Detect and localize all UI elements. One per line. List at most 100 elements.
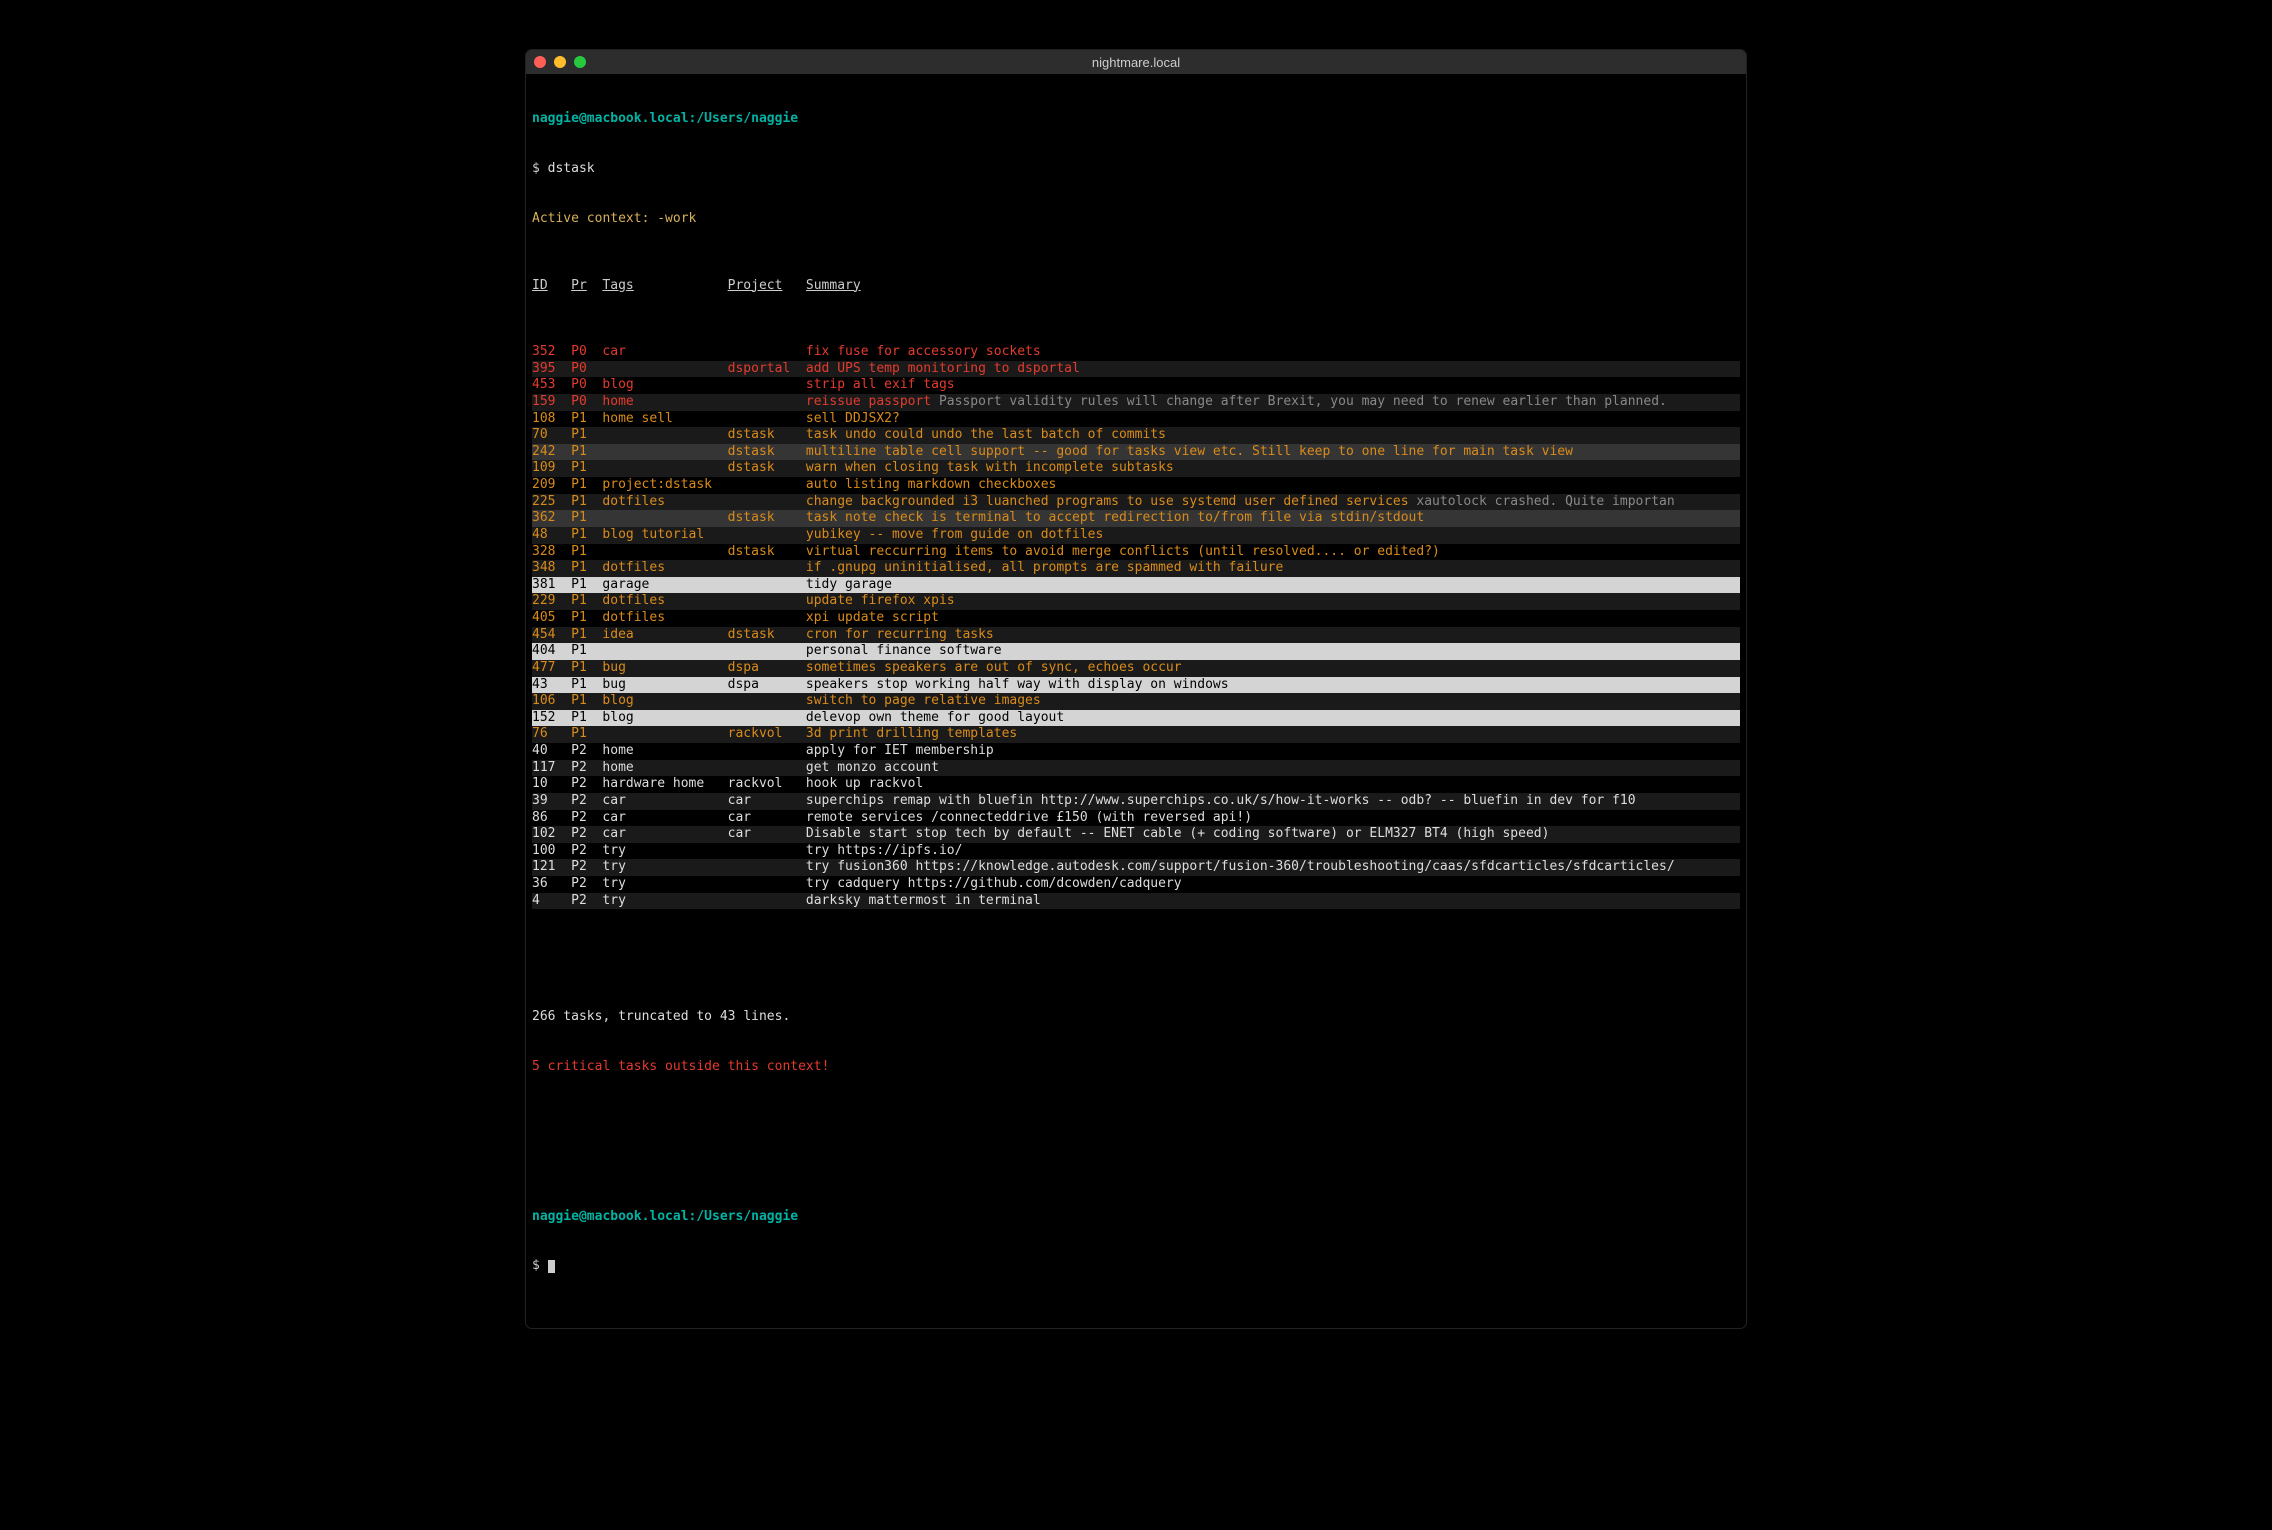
cell-id: 209 xyxy=(532,477,571,494)
cell-tags: try xyxy=(602,859,727,876)
cell-pr: P2 xyxy=(571,760,602,777)
cell-tags: project:dstask xyxy=(602,477,727,494)
cell-tags: dotfiles xyxy=(602,560,727,577)
table-row[interactable]: 86P2carcarremote services /connecteddriv… xyxy=(532,810,1740,827)
table-row[interactable]: 76P1rackvol3d print drilling templates xyxy=(532,726,1740,743)
cell-id: 40 xyxy=(532,743,571,760)
cell-tags: blog xyxy=(602,693,727,710)
cursor-icon xyxy=(548,1260,556,1273)
cell-pr: P1 xyxy=(571,494,602,511)
table-row[interactable]: 362P1dstasktask note check is terminal t… xyxy=(532,510,1740,527)
cell-note: for good layout xyxy=(939,710,1064,725)
cell-summary: personal finance software xyxy=(806,643,1740,660)
cell-summary: superchips remap with bluefin http://www… xyxy=(806,793,1740,810)
table-row[interactable]: 209P1project:dstaskauto listing markdown… xyxy=(532,477,1740,494)
cell-project: dspa xyxy=(728,677,806,694)
cell-pr: P1 xyxy=(571,677,602,694)
table-row[interactable]: 453P0blogstrip all exif tags xyxy=(532,377,1740,394)
cell-pr: P1 xyxy=(571,560,602,577)
col-project: Project xyxy=(728,278,806,295)
table-row[interactable]: 43P1bugdspaspeakers stop working half wa… xyxy=(532,677,1740,694)
cell-summary: multiline table cell support -- good for… xyxy=(806,444,1740,461)
table-row[interactable]: 48P1blog tutorialyubikey -- move from gu… xyxy=(532,527,1740,544)
cell-summary: try cadquery https://github.com/dcowden/… xyxy=(806,876,1740,893)
table-row[interactable]: 352P0carfix fuse for accessory sockets xyxy=(532,344,1740,361)
table-row[interactable]: 159P0homereissue passport Passport valid… xyxy=(532,394,1740,411)
shell-prompt: naggie@macbook.local:/Users/naggie xyxy=(532,111,798,126)
table-row[interactable]: 100P2trytry https://ipfs.io/ xyxy=(532,843,1740,860)
table-row[interactable]: 328P1dstaskvirtual reccurring items to a… xyxy=(532,544,1740,561)
cell-tags: try xyxy=(602,893,727,910)
cell-summary: sell DDJSX2? xyxy=(806,411,1740,428)
cell-summary: darksky mattermost in terminal xyxy=(806,893,1740,910)
cell-id: 43 xyxy=(532,677,571,694)
table-row[interactable]: 121P2trytry fusion360 https://knowledge.… xyxy=(532,859,1740,876)
cell-pr: P0 xyxy=(571,394,602,411)
cell-project: rackvol xyxy=(728,726,806,743)
cell-summary: apply for IET membership xyxy=(806,743,1740,760)
cell-pr: P2 xyxy=(571,793,602,810)
cell-tags: home xyxy=(602,743,727,760)
cell-id: 10 xyxy=(532,776,571,793)
table-row[interactable]: 405P1dotfilesxpi update script xyxy=(532,610,1740,627)
cell-id: 381 xyxy=(532,577,571,594)
cell-project: dstask xyxy=(728,427,806,444)
table-row[interactable]: 40P2homeapply for IET membership xyxy=(532,743,1740,760)
cell-tags: dotfiles xyxy=(602,494,727,511)
table-row[interactable]: 39P2carcarsuperchips remap with bluefin … xyxy=(532,793,1740,810)
cell-summary: update firefox xpis xyxy=(806,593,1740,610)
cell-id: 86 xyxy=(532,810,571,827)
cell-summary: sometimes speakers are out of sync, echo… xyxy=(806,660,1740,677)
context-line: Active context: -work xyxy=(532,211,696,226)
cell-tags: try xyxy=(602,876,727,893)
titlebar[interactable]: nightmare.local xyxy=(526,50,1746,74)
cell-note: Passport validity rules will change afte… xyxy=(931,394,1667,409)
cell-tags: garage xyxy=(602,577,727,594)
table-row[interactable]: 395P0dsportaladd UPS temp monitoring to … xyxy=(532,361,1740,378)
table-row[interactable]: 454P1ideadstaskcron for recurring tasks xyxy=(532,627,1740,644)
cell-tags: home xyxy=(602,394,727,411)
table-row[interactable]: 102P2carcarDisable start stop tech by de… xyxy=(532,826,1740,843)
cell-summary: hook up rackvol xyxy=(806,776,1740,793)
footer-count: 266 tasks, truncated to 43 lines. xyxy=(532,1009,790,1024)
cell-summary: task undo could undo the last batch of c… xyxy=(806,427,1740,444)
table-row[interactable]: 381P1garagetidy garage xyxy=(532,577,1740,594)
cell-summary: if .gnupg uninitialised, all prompts are… xyxy=(806,560,1740,577)
cell-pr: P0 xyxy=(571,344,602,361)
table-row[interactable]: 229P1dotfilesupdate firefox xpis xyxy=(532,593,1740,610)
cell-summary: change backgrounded i3 luanched programs… xyxy=(806,494,1740,511)
table-row[interactable]: 225P1dotfileschange backgrounded i3 luan… xyxy=(532,494,1740,511)
cell-id: 362 xyxy=(532,510,571,527)
table-row[interactable]: 70P1dstasktask undo could undo the last … xyxy=(532,427,1740,444)
prompt-symbol: $ xyxy=(532,161,548,176)
cell-id: 404 xyxy=(532,643,571,660)
table-row[interactable]: 477P1bugdspasometimes speakers are out o… xyxy=(532,660,1740,677)
cell-project: dspa xyxy=(728,660,806,677)
cell-summary: fix fuse for accessory sockets xyxy=(806,344,1740,361)
table-row[interactable]: 108P1home sellsell DDJSX2? xyxy=(532,411,1740,428)
table-row[interactable]: 106P1blogswitch to page relative images xyxy=(532,693,1740,710)
table-row[interactable]: 348P1dotfilesif .gnupg uninitialised, al… xyxy=(532,560,1740,577)
cell-tags: bug xyxy=(602,677,727,694)
cell-id: 477 xyxy=(532,660,571,677)
table-row[interactable]: 242P1dstaskmultiline table cell support … xyxy=(532,444,1740,461)
cell-id: 152 xyxy=(532,710,571,727)
cell-pr: P1 xyxy=(571,510,602,527)
footer-warning: 5 critical tasks outside this context! xyxy=(532,1059,829,1074)
cell-id: 121 xyxy=(532,859,571,876)
cell-id: 48 xyxy=(532,527,571,544)
table-row[interactable]: 117P2homeget monzo account xyxy=(532,760,1740,777)
table-row[interactable]: 152P1blogdelevop own theme for good layo… xyxy=(532,710,1740,727)
cell-tags: blog tutorial xyxy=(602,527,727,544)
table-row[interactable]: 36P2trytry cadquery https://github.com/d… xyxy=(532,876,1740,893)
cell-summary: warn when closing task with incomplete s… xyxy=(806,460,1740,477)
table-row[interactable]: 404P1personal finance software xyxy=(532,643,1740,660)
table-row[interactable]: 109P1dstaskwarn when closing task with i… xyxy=(532,460,1740,477)
cell-id: 405 xyxy=(532,610,571,627)
table-row[interactable]: 4P2trydarksky mattermost in terminal xyxy=(532,893,1740,910)
cell-id: 108 xyxy=(532,411,571,428)
cell-id: 453 xyxy=(532,377,571,394)
terminal-body[interactable]: naggie@macbook.local:/Users/naggie $ dst… xyxy=(526,74,1746,1328)
table-row[interactable]: 10P2hardware homerackvolhook up rackvol xyxy=(532,776,1740,793)
cell-summary: remote services /connecteddrive £150 (wi… xyxy=(806,810,1740,827)
